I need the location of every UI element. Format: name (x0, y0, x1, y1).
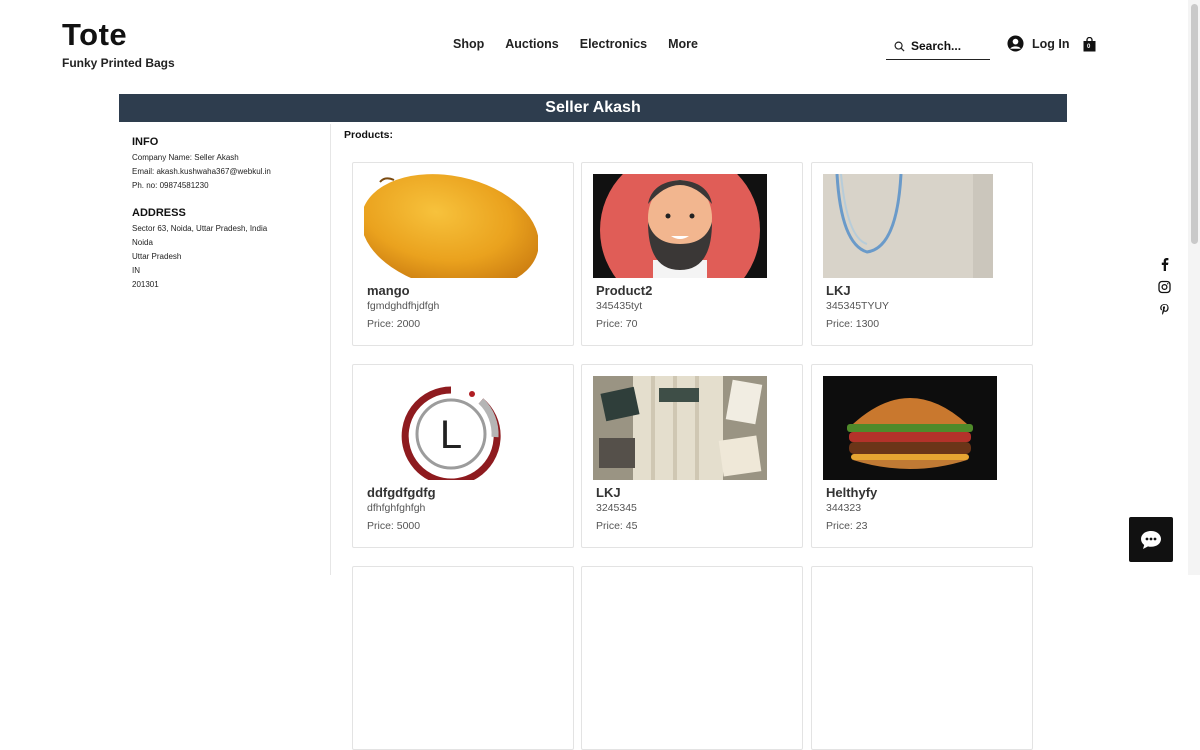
search-icon[interactable] (894, 41, 905, 52)
product-card[interactable]: Product2 345435tyt Price: 70 (581, 162, 803, 346)
site-tagline: Funky Printed Bags (62, 56, 175, 70)
product-name[interactable]: LKJ (826, 283, 851, 298)
search-input[interactable] (911, 39, 985, 53)
product-card[interactable]: L ddfgdfgdfg dfhfghfghfgh Price: 5000 (352, 364, 574, 548)
product-image[interactable]: L (364, 376, 538, 480)
address-line: Sector 63, Noida, Uttar Pradesh, India (132, 224, 268, 233)
address-line: Noida (132, 238, 153, 247)
product-card[interactable]: LKJ 3245345 Price: 45 (581, 364, 803, 548)
login-button[interactable]: Log In (1007, 35, 1070, 52)
social-bar (1158, 257, 1171, 317)
login-label: Log In (1032, 36, 1070, 51)
chat-button[interactable] (1129, 517, 1173, 562)
facebook-icon[interactable] (1158, 257, 1171, 271)
product-sku: 345435tyt (596, 300, 643, 312)
product-price: Price: 5000 (367, 520, 421, 532)
seller-banner: Seller Akash (119, 94, 1067, 122)
nav-more[interactable]: More (668, 37, 698, 51)
product-card[interactable]: LKJ 345345TYUY Price: 1300 (811, 162, 1033, 346)
logo-letter: L (440, 413, 462, 457)
product-name[interactable]: mango (367, 283, 410, 298)
product-price: Price: 70 (596, 318, 638, 330)
instagram-icon[interactable] (1158, 280, 1171, 294)
address-heading: ADDRESS (132, 207, 186, 219)
product-price: Price: 23 (826, 520, 868, 532)
product-image[interactable] (823, 174, 997, 278)
scrollbar-thumb[interactable] (1191, 4, 1198, 244)
product-image[interactable] (823, 376, 997, 480)
product-name[interactable]: Product2 (596, 283, 652, 298)
info-heading: INFO (132, 136, 159, 148)
search-bar[interactable] (886, 33, 990, 60)
product-image[interactable] (593, 376, 767, 480)
product-sku: dfhfghfghfgh (367, 502, 426, 514)
product-sku: 345345TYUY (826, 300, 890, 312)
product-price: Price: 1300 (826, 318, 880, 330)
seller-phone: Ph. no: 09874581230 (132, 181, 209, 190)
product-card[interactable] (811, 566, 1033, 750)
product-price: Price: 45 (596, 520, 638, 532)
product-name[interactable]: LKJ (596, 485, 621, 500)
address-line: Uttar Pradesh (132, 252, 182, 261)
product-image[interactable] (593, 174, 767, 278)
product-image[interactable] (364, 174, 538, 278)
company-name: Company Name: Seller Akash (132, 153, 239, 162)
seller-info-panel: INFO Company Name: Seller Akash Email: a… (119, 124, 331, 575)
nav-shop[interactable]: Shop (453, 37, 484, 51)
seller-email: Email: akash.kushwaha367@webkul.in (132, 167, 271, 176)
site-title[interactable]: Tote (62, 18, 175, 52)
scrollbar[interactable] (1188, 0, 1200, 575)
chat-icon (1141, 530, 1161, 549)
product-name[interactable]: Helthyfy (826, 485, 877, 500)
product-card[interactable] (581, 566, 803, 750)
product-sku: fgmdghdfhjdfgh (367, 300, 440, 312)
address-line: IN (132, 266, 140, 275)
pinterest-icon[interactable] (1158, 303, 1171, 317)
products-heading: Products: (344, 129, 394, 141)
product-sku: 344323 (826, 502, 862, 514)
product-card[interactable] (352, 566, 574, 750)
cart-count: 0 (1087, 44, 1091, 50)
product-price: Price: 2000 (367, 318, 421, 330)
nav-electronics[interactable]: Electronics (580, 37, 647, 51)
user-icon (1007, 35, 1024, 52)
brand[interactable]: Tote Funky Printed Bags (62, 18, 175, 71)
nav-auctions[interactable]: Auctions (505, 37, 558, 51)
address-line: 201301 (132, 280, 159, 289)
product-sku: 3245345 (596, 502, 637, 514)
product-name[interactable]: ddfgdfgdfg (367, 485, 436, 500)
cart-button[interactable]: 0 (1083, 36, 1096, 57)
product-card[interactable]: mango fgmdghdfhjdfgh Price: 2000 (352, 162, 574, 346)
product-card[interactable]: Helthyfy 344323 Price: 23 (811, 364, 1033, 548)
main-nav: Shop Auctions Electronics More (453, 37, 698, 51)
